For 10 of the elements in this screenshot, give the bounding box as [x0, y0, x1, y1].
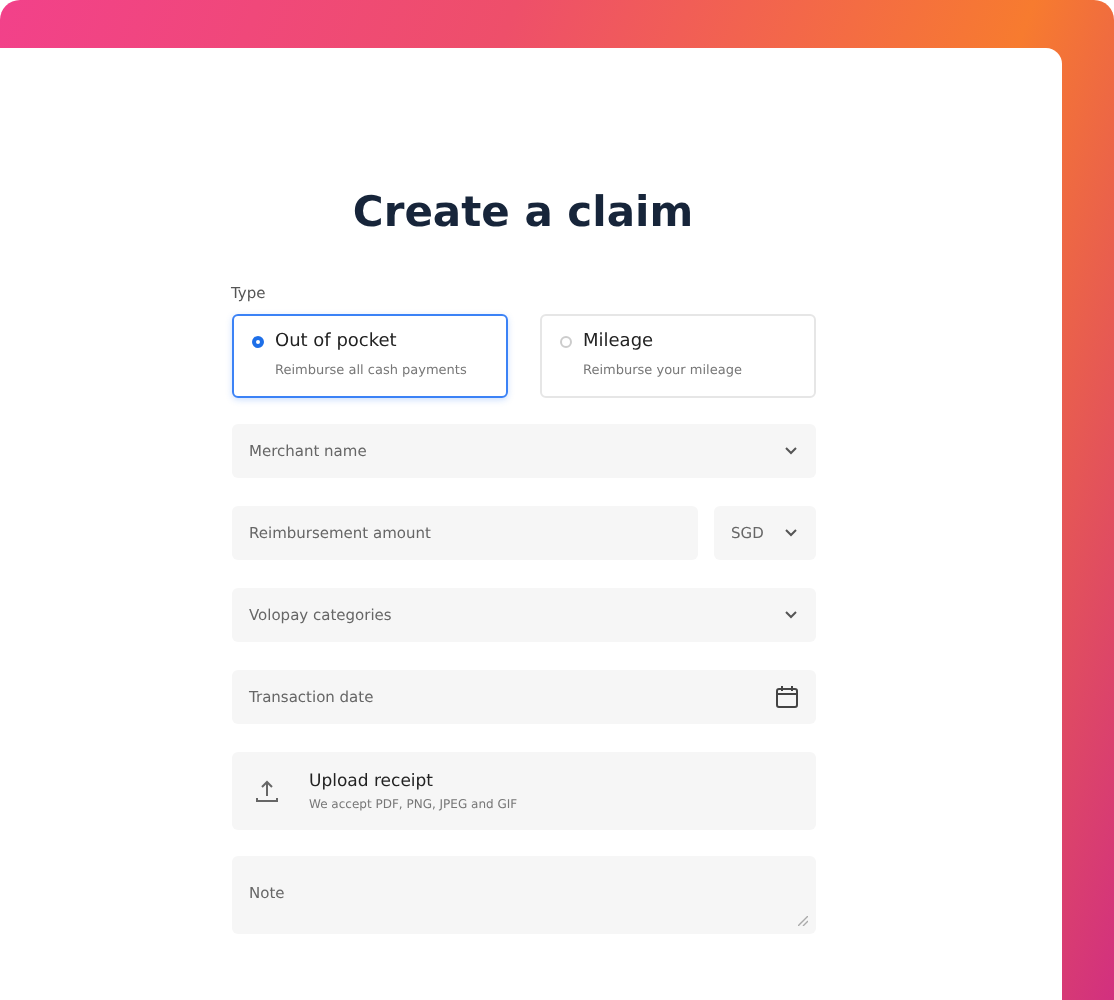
chevron-icon [783, 610, 797, 620]
upload-title: Upload receipt [309, 771, 436, 791]
radio-icon [559, 336, 571, 348]
calendar-icon [775, 686, 797, 708]
upload-icon [255, 780, 277, 802]
chevron-icon [783, 528, 797, 538]
chevron-icon [783, 446, 797, 456]
resize-handle-icon [797, 916, 807, 926]
radio-icon [251, 336, 263, 348]
page-title: Create a claim [350, 188, 696, 236]
